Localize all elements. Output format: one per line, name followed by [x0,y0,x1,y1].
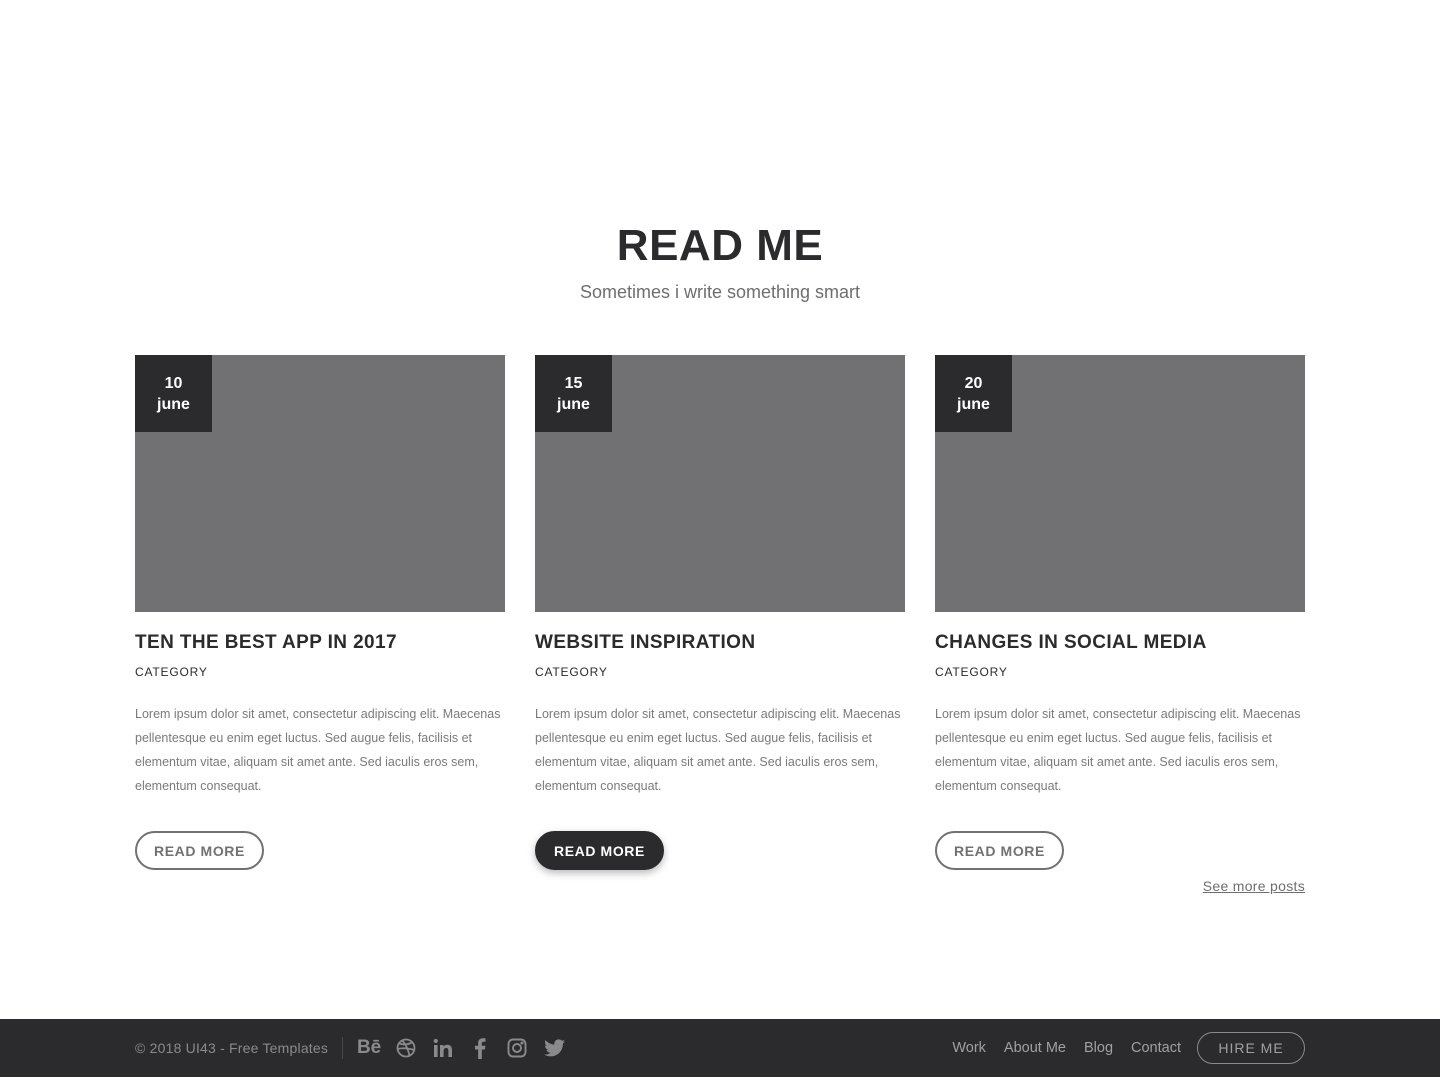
date-day: 10 [164,374,183,392]
post-card: 20 june CHANGES IN SOCIAL MEDIA CATEGORY… [935,355,1305,870]
date-month: june [157,395,190,413]
section-header: READ ME Sometimes i write something smar… [0,218,1440,304]
post-category[interactable]: CATEGORY [535,664,905,680]
date-day: 15 [564,374,583,392]
facebook-icon[interactable] [468,1036,492,1060]
nav-contact[interactable]: Contact [1131,1040,1181,1056]
page: READ ME Sometimes i write something smar… [0,0,1440,1077]
date-badge: 20 june [935,355,1012,432]
post-image[interactable]: 10 june [135,355,505,612]
section-subtitle: Sometimes i write something smart [579,282,861,302]
read-more-button[interactable]: READ MORE [535,831,664,870]
post-category[interactable]: CATEGORY [935,664,1305,680]
footer-divider [342,1037,344,1059]
date-month: june [957,395,990,413]
post-image[interactable]: 20 june [935,355,1305,612]
date-day: 20 [964,374,983,392]
section-title: READ ME [616,221,824,270]
behance-icon[interactable]: Bē [357,1036,381,1060]
post-title[interactable]: CHANGES IN SOCIAL MEDIA [935,631,1305,655]
post-excerpt: Lorem ipsum dolor sit amet, consectetur … [135,707,501,793]
linkedin-icon[interactable] [431,1036,455,1060]
nav-about-me[interactable]: About Me [1004,1040,1066,1056]
nav-work[interactable]: Work [952,1040,986,1056]
footer-nav: Work About Me Blog Contact [952,1040,1181,1056]
read-more-button[interactable]: READ MORE [935,831,1064,870]
hire-me-button[interactable]: HIRE ME [1197,1032,1305,1064]
post-category[interactable]: CATEGORY [135,664,505,680]
nav-blog[interactable]: Blog [1084,1040,1113,1056]
date-month: june [557,395,590,413]
behance-glyph: Bē [356,1037,382,1058]
instagram-icon[interactable] [505,1036,529,1060]
twitter-icon[interactable] [542,1036,566,1060]
dribbble-icon[interactable] [394,1036,418,1060]
footer: © 2018 UI43 - Free Templates Bē Work Abo… [0,1019,1440,1077]
post-image[interactable]: 15 june [535,355,905,612]
copyright-text: © 2018 UI43 - Free Templates [135,1040,329,1056]
post-title[interactable]: WEBSITE INSPIRATION [535,631,905,655]
post-card: 15 june WEBSITE INSPIRATION CATEGORY Lor… [535,355,905,870]
post-excerpt: Lorem ipsum dolor sit amet, consectetur … [935,707,1301,793]
social-links: Bē [357,1036,566,1060]
date-badge: 10 june [135,355,212,432]
date-badge: 15 june [535,355,612,432]
post-title[interactable]: TEN THE BEST APP IN 2017 [135,631,505,655]
see-more-posts-link[interactable]: See more posts [1203,878,1305,894]
post-excerpt: Lorem ipsum dolor sit amet, consectetur … [535,707,901,793]
read-more-button[interactable]: READ MORE [135,831,264,870]
posts-grid: 10 june TEN THE BEST APP IN 2017 CATEGOR… [135,355,1305,870]
post-card: 10 june TEN THE BEST APP IN 2017 CATEGOR… [135,355,505,870]
